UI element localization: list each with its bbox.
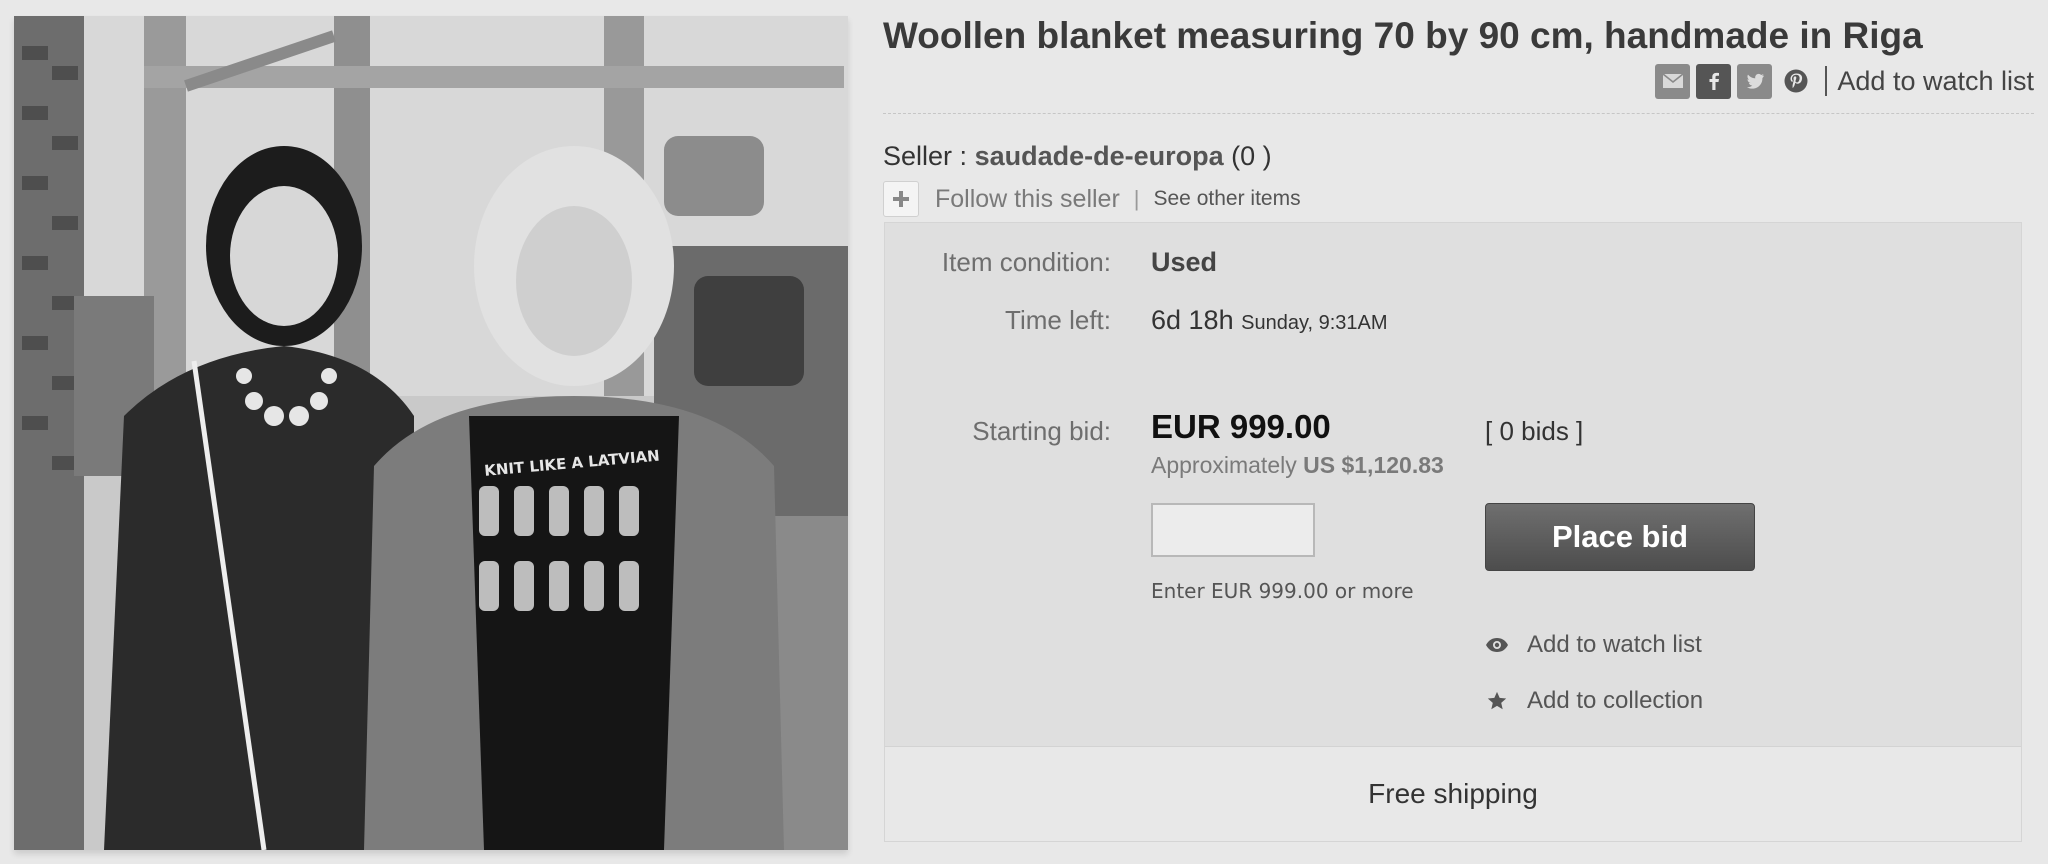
bid-count-link[interactable]: [ 0 bids ] [1485,416,1583,447]
approx-price: Approximately US $1,120.83 [1151,452,1444,479]
add-to-collection-label: Add to collection [1527,687,1704,714]
add-to-watch-list-action[interactable]: Add to watch list [1485,629,1702,661]
plus-icon[interactable] [883,181,919,217]
time-left-end: Sunday, 9:31AM [1241,312,1388,334]
seller-info: Seller : saudade-de-europa (0 ) [883,141,1272,172]
time-left-value: 6d 18h Sunday, 9:31AM [1151,305,1388,336]
starting-bid-label: Starting bid: [972,416,1111,446]
time-left-remaining: 6d 18h [1151,305,1234,335]
time-left-label: Time left: [1005,305,1111,335]
see-other-items-link[interactable]: See other items [1154,187,1301,211]
follow-seller-link[interactable]: Follow this seller [935,185,1120,214]
mail-icon[interactable] [1655,63,1691,99]
bid-hint: Enter EUR 999.00 or more [1151,579,1414,603]
bid-panel: Item condition: Used Time left: 6d 18h S… [884,222,2022,842]
facebook-icon[interactable] [1696,63,1732,99]
place-bid-button[interactable]: Place bid [1485,503,1755,571]
follow-row: Follow this seller | See other items [883,181,1301,217]
seller-name-link[interactable]: saudade-de-europa [975,141,1224,171]
pinterest-icon[interactable] [1778,64,1813,99]
seller-feedback[interactable]: (0 ) [1231,141,1272,171]
shipping-info: Free shipping [885,746,2021,841]
starting-bid-price: EUR 999.00 [1151,408,1331,445]
item-photo-image [14,16,848,850]
twitter-icon[interactable] [1737,63,1773,99]
add-to-watch-list-link[interactable]: Add to watch list [1837,66,2034,97]
share-bar: Add to watch list [1649,62,2034,100]
add-to-collection-action[interactable]: Add to collection [1485,685,1703,717]
condition-label: Item condition: [941,247,1111,277]
follow-separator: | [1133,186,1140,211]
approx-value: US $1,120.83 [1303,452,1444,478]
seller-prefix: Seller : [883,141,968,171]
share-separator [1825,66,1828,96]
bid-amount-input[interactable] [1151,503,1315,557]
item-title: Woollen blanket measuring 70 by 90 cm, h… [883,15,1923,56]
condition-value: Used [1151,247,1218,277]
add-to-watch-list-label: Add to watch list [1527,631,1702,658]
eye-icon [1485,633,1509,657]
star-icon [1485,689,1509,713]
approx-prefix: Approximately [1151,452,1297,478]
item-photo[interactable]: KNIT LIKE A LATVIAN [14,16,848,850]
title-divider [883,113,2034,114]
